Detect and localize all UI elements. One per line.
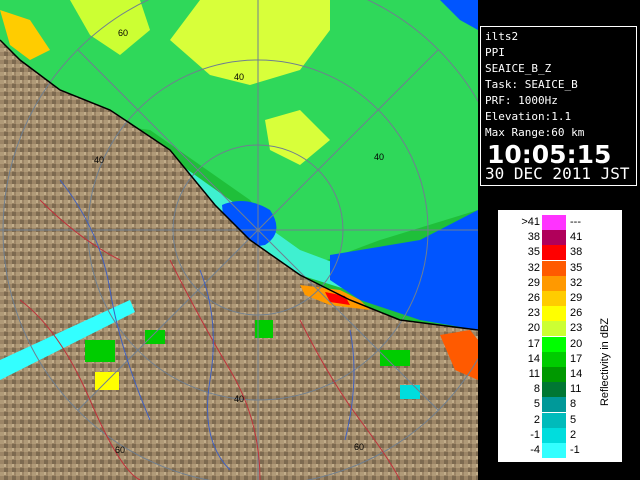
- max-range-value: Max Range:60 km: [485, 126, 585, 139]
- range-ring-label: 40: [94, 155, 104, 165]
- scan-mode: SEAICE_B_Z: [485, 62, 552, 75]
- legend-max-value: 20: [570, 337, 583, 350]
- legend-max-value: 11: [570, 383, 582, 396]
- reflectivity-legend: >41 --- 38 41 35 38 32 35 29 32 26 29 23 26 20 23 17 20 14…: [498, 210, 622, 462]
- legend-max-value: 38: [570, 246, 583, 259]
- elevation-value: Elevation:1.1: [485, 110, 572, 123]
- legend-row: 26 29: [502, 291, 597, 306]
- range-ring-label: 60: [118, 28, 128, 38]
- range-ring-label: 60: [115, 445, 125, 455]
- task-name: Task: SEAICE_B: [485, 78, 578, 91]
- site-name: ilts2: [485, 30, 519, 43]
- prf-value: PRF: 1000Hz: [485, 94, 558, 107]
- radar-ppi-map: 60 40 40 40 40 60 60: [0, 0, 478, 480]
- legend-row: 23 26: [502, 306, 597, 322]
- legend-color-swatch: [542, 367, 566, 382]
- legend-max-value: 35: [570, 261, 583, 274]
- range-ring-label: 40: [234, 72, 244, 82]
- legend-max-value: -1: [570, 444, 580, 456]
- legend-row: 17 20: [502, 336, 597, 352]
- legend-min-value: >41: [521, 216, 540, 228]
- legend-color-swatch: [542, 412, 566, 428]
- scan-date: 30 DEC 2011 JST: [485, 164, 630, 183]
- legend-max-value: 41: [570, 231, 583, 244]
- legend-row: 58: [502, 397, 597, 413]
- legend-min-value: 23: [527, 307, 540, 320]
- legend-min-value: 11: [528, 368, 540, 380]
- inland-echo: [85, 340, 115, 362]
- legend-min-value: 32: [527, 261, 540, 274]
- legend-min-value: -4: [530, 444, 540, 456]
- legend-max-value: 14: [570, 368, 583, 380]
- inland-echo: [400, 385, 420, 399]
- legend-row: 20 23: [502, 321, 597, 337]
- legend-row: 11 14: [502, 367, 597, 382]
- legend-color-swatch: [542, 215, 566, 230]
- legend-color-swatch: [542, 230, 566, 246]
- legend-row: 25: [502, 412, 597, 428]
- legend-min-value: 8: [533, 383, 540, 396]
- legend-max-value: 5: [570, 413, 577, 426]
- inland-echo: [145, 330, 165, 344]
- legend-unit-text: Reflectivity in dBZ: [599, 317, 611, 407]
- legend-row: >41 ---: [502, 215, 597, 230]
- legend-color-swatch: [542, 291, 566, 306]
- legend-max-value: 17: [570, 352, 583, 365]
- radar-info-panel: ilts2 PPI SEAICE_B_Z Task: SEAICE_B PRF:…: [480, 26, 637, 186]
- legend-row: 32 35: [502, 260, 597, 276]
- legend-row: -4 -1: [502, 443, 597, 458]
- legend-min-value: 38: [527, 231, 540, 244]
- legend-min-value: 14: [527, 352, 540, 365]
- legend-row: -1 2: [502, 427, 597, 443]
- legend-row: 38 41: [502, 230, 597, 246]
- legend-color-swatch: [542, 321, 566, 337]
- range-ring-label: 60: [354, 442, 364, 452]
- legend-color-swatch: [542, 260, 566, 276]
- legend-min-value: 35: [527, 246, 540, 259]
- legend-min-value: 5: [533, 398, 540, 411]
- legend-min-value: 20: [527, 322, 540, 335]
- legend-color-swatch: [542, 427, 566, 443]
- range-ring-label: 40: [234, 394, 244, 404]
- legend-color-swatch: [542, 443, 566, 458]
- legend-color-swatch: [542, 306, 566, 322]
- legend-color-swatch: [542, 336, 566, 352]
- legend-max-value: 8: [570, 398, 577, 411]
- legend-min-value: 17: [527, 337, 540, 350]
- product-type: PPI: [485, 46, 505, 59]
- legend-row: 14 17: [502, 351, 597, 367]
- legend-color-swatch: [542, 382, 566, 398]
- legend-color-swatch: [542, 275, 566, 291]
- legend-row: 35 38: [502, 245, 597, 261]
- legend-color-swatch: [542, 397, 566, 413]
- legend-max-value: 2: [570, 428, 577, 441]
- legend-color-swatch: [542, 351, 566, 367]
- legend-max-value: 26: [570, 307, 583, 320]
- legend-unit-label: Reflectivity in dBZ: [596, 272, 614, 452]
- legend-max-value: 29: [570, 292, 583, 304]
- legend-color-swatch: [542, 245, 566, 261]
- inland-echo: [380, 350, 410, 366]
- legend-row: 8 11: [502, 382, 597, 398]
- range-ring-label: 40: [374, 152, 384, 162]
- legend-max-value: ---: [570, 216, 581, 228]
- legend-max-value: 32: [570, 276, 583, 289]
- legend-min-value: 26: [527, 292, 540, 304]
- legend-min-value: 2: [533, 413, 540, 426]
- legend-max-value: 23: [570, 322, 583, 335]
- legend-row: 29 32: [502, 275, 597, 291]
- legend-min-value: -1: [530, 428, 540, 441]
- legend-min-value: 29: [527, 276, 540, 289]
